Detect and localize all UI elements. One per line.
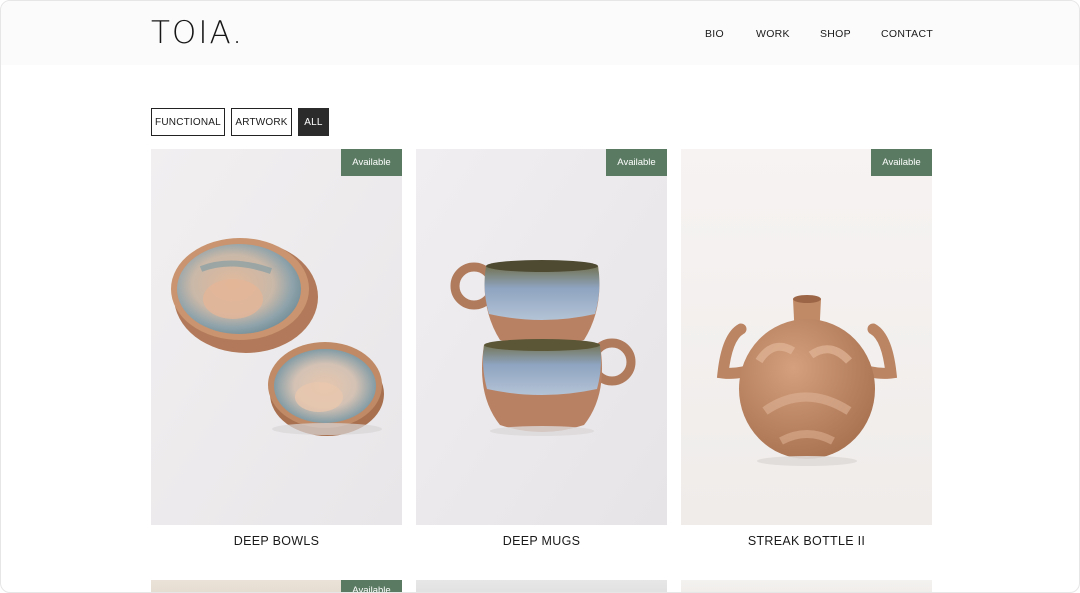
availability-badge: Available: [341, 149, 402, 176]
page: TOIA. BIO WORK SHOP CONTACT FUNCTIONAL A…: [0, 0, 1080, 593]
product-title[interactable]: STREAK BOTTLE II: [681, 534, 932, 548]
availability-badge: Available: [871, 149, 932, 176]
product-title[interactable]: DEEP MUGS: [416, 534, 667, 548]
nav-work-link[interactable]: WORK: [756, 28, 790, 40]
availability-badge: Available: [606, 149, 667, 176]
product-card-peek[interactable]: [416, 580, 667, 592]
main-nav: BIO WORK SHOP CONTACT: [1, 28, 1079, 42]
availability-badge: Available: [341, 580, 402, 592]
bottle-photo: [681, 149, 932, 525]
nav-bio-link[interactable]: BIO: [705, 28, 724, 40]
filter-artwork-button[interactable]: ARTWORK: [231, 108, 292, 136]
product-image-deep-mugs[interactable]: Available: [416, 149, 667, 525]
product-title[interactable]: DEEP BOWLS: [151, 534, 402, 548]
product-card-peek[interactable]: [681, 580, 932, 592]
nav-contact-link[interactable]: CONTACT: [881, 28, 933, 40]
filter-functional-button[interactable]: FUNCTIONAL: [151, 108, 225, 136]
mugs-photo: [416, 149, 667, 525]
nav-shop-link[interactable]: SHOP: [820, 28, 851, 40]
filter-all-button[interactable]: ALL: [298, 108, 329, 136]
product-card-peek[interactable]: Available: [151, 580, 402, 592]
product-image-streak-bottle-ii[interactable]: Available: [681, 149, 932, 525]
site-header: TOIA. BIO WORK SHOP CONTACT: [1, 1, 1079, 65]
bowls-photo: [151, 149, 402, 525]
product-image-deep-bowls[interactable]: Available: [151, 149, 402, 525]
